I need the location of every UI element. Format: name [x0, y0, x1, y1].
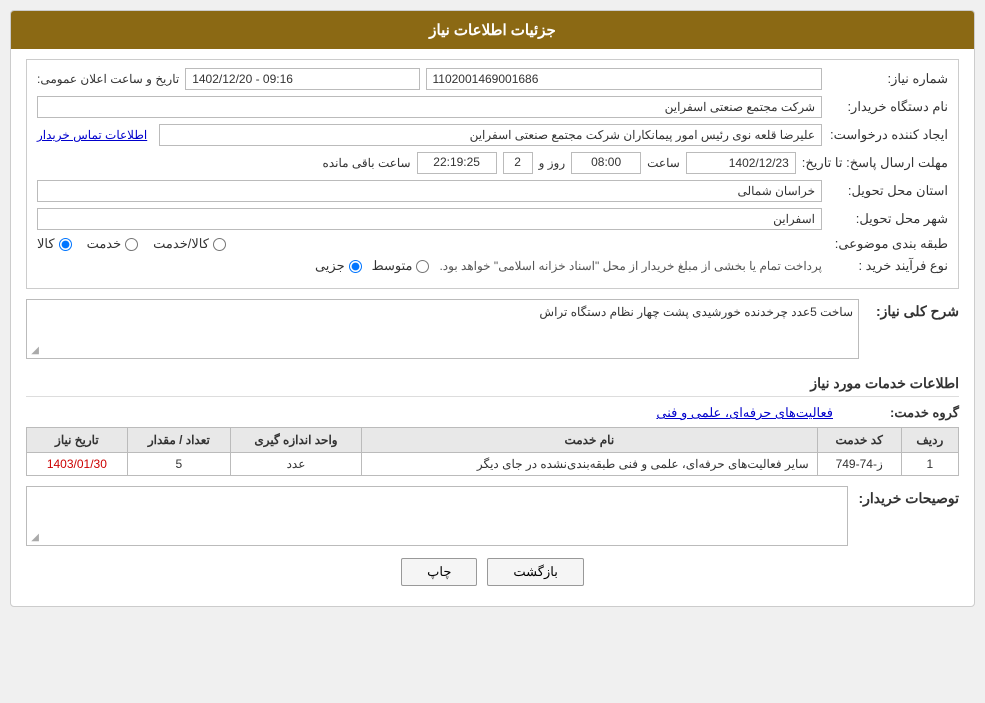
- col-row: ردیف: [901, 428, 958, 453]
- col-date: تاریخ نیاز: [27, 428, 128, 453]
- col-quantity: تعداد / مقدار: [127, 428, 230, 453]
- purchase-type-row: نوع فرآیند خرید : پرداخت تمام یا بخشی از…: [37, 258, 948, 274]
- resize-handle: ◢: [29, 346, 39, 356]
- purchase-type-label: نوع فرآیند خرید :: [828, 258, 948, 274]
- cell-quantity: 5: [127, 453, 230, 476]
- description-box: ساخت 5عدد چرخدنده خورشیدی پشت چهار نظام …: [26, 299, 859, 359]
- purchase-type-partial-input[interactable]: [349, 260, 362, 273]
- category-radio-kala-khedmat-label: کالا/خدمت: [153, 236, 209, 252]
- cell-row: 1: [901, 453, 958, 476]
- response-remaining: 22:19:25: [417, 152, 497, 174]
- category-radio-kala-khedmat: کالا/خدمت: [153, 236, 226, 252]
- category-row: طبقه بندی موضوعی: کالا/خدمت خدمت کالا: [37, 236, 948, 252]
- category-radio-khedmat: خدمت: [87, 236, 139, 252]
- services-table: ردیف کد خدمت نام خدمت واحد اندازه گیری ت…: [26, 427, 959, 476]
- announce-label: تاریخ و ساعت اعلان عمومی:: [37, 72, 179, 86]
- buyer-org-row: نام دستگاه خریدار: شرکت مجتمع صنعتی اسفر…: [37, 96, 948, 118]
- buyer-notes-resize: ◢: [29, 533, 39, 543]
- col-unit: واحد اندازه گیری: [230, 428, 361, 453]
- category-radio-group: کالا/خدمت خدمت کالا: [37, 236, 822, 252]
- response-time: 08:00: [571, 152, 641, 174]
- description-row: شرح کلی نیاز: ساخت 5عدد چرخدنده خورشیدی …: [26, 299, 959, 359]
- creator-row: ایجاد کننده درخواست: علیرضا قلعه نوی رئی…: [37, 124, 948, 146]
- service-group-row: گروه خدمت: فعالیت‌های حرفه‌ای، علمی و فن…: [26, 405, 959, 421]
- purchase-type-partial-label: جزیی: [315, 258, 345, 274]
- city-label: شهر محل تحویل:: [828, 211, 948, 227]
- table-header-row: ردیف کد خدمت نام خدمت واحد اندازه گیری ت…: [27, 428, 959, 453]
- buyer-notes-section: توصیحات خریدار: ◢: [26, 486, 959, 546]
- buyer-notes-label: توصیحات خریدار:: [858, 486, 959, 507]
- print-button[interactable]: چاپ: [401, 558, 477, 586]
- purchase-type-partial: جزیی: [315, 258, 362, 274]
- category-radio-khedmat-input[interactable]: [125, 238, 138, 251]
- response-remaining-label: ساعت باقی مانده: [323, 156, 411, 170]
- buyer-org-label: نام دستگاه خریدار:: [828, 99, 948, 115]
- page-header: جزئیات اطلاعات نیاز: [11, 11, 974, 49]
- response-days-label: روز و: [539, 156, 566, 170]
- need-number-row: شماره نیاز: 1102001469001686 1402/12/20 …: [37, 68, 948, 90]
- response-deadline-row: مهلت ارسال پاسخ: تا تاریخ: 1402/12/23 سا…: [37, 152, 948, 174]
- cell-code: ز-74-749: [817, 453, 901, 476]
- services-table-body: 1 ز-74-749 سایر فعالیت‌های حرفه‌ای، علمی…: [27, 453, 959, 476]
- purchase-type-medium-label: متوسط: [372, 258, 413, 274]
- services-title: اطلاعات خدمات مورد نیاز: [26, 369, 959, 397]
- main-container: جزئیات اطلاعات نیاز شماره نیاز: 11020014…: [10, 10, 975, 607]
- response-days: 2: [503, 152, 533, 174]
- services-section: اطلاعات خدمات مورد نیاز گروه خدمت: فعالی…: [26, 369, 959, 476]
- buyer-notes-box: ◢: [26, 486, 848, 546]
- buttons-row: بازگشت چاپ: [26, 558, 959, 586]
- description-label: شرح کلی نیاز:: [869, 299, 959, 320]
- category-radio-kala-label: کالا: [37, 236, 55, 252]
- category-radio-kala-input[interactable]: [59, 238, 72, 251]
- announce-value: 1402/12/20 - 09:16: [185, 68, 419, 90]
- purchase-notice: پرداخت تمام یا بخشی از مبلغ خریدار از مح…: [439, 259, 822, 273]
- col-name: نام خدمت: [361, 428, 817, 453]
- back-button[interactable]: بازگشت: [487, 558, 583, 586]
- need-number-label: شماره نیاز:: [828, 71, 948, 87]
- category-radio-khedmat-label: خدمت: [87, 236, 122, 252]
- city-value: اسفراین: [37, 208, 822, 230]
- category-radio-kala: کالا: [37, 236, 72, 252]
- buyer-org-value: شرکت مجتمع صنعتی اسفراین: [37, 96, 822, 118]
- service-group-value[interactable]: فعالیت‌های حرفه‌ای، علمی و فنی: [656, 405, 833, 421]
- table-row: 1 ز-74-749 سایر فعالیت‌های حرفه‌ای، علمی…: [27, 453, 959, 476]
- province-value: خراسان شمالی: [37, 180, 822, 202]
- purchase-type-radio-group: متوسط جزیی: [37, 258, 429, 274]
- form-section-main: شماره نیاز: 1102001469001686 1402/12/20 …: [26, 59, 959, 289]
- category-radio-kala-khedmat-input[interactable]: [213, 238, 226, 251]
- province-label: استان محل تحویل:: [828, 183, 948, 199]
- response-time-label: ساعت: [647, 156, 680, 170]
- city-row: شهر محل تحویل: اسفراین: [37, 208, 948, 230]
- creator-label: ایجاد کننده درخواست:: [828, 127, 948, 143]
- province-row: استان محل تحویل: خراسان شمالی: [37, 180, 948, 202]
- col-code: کد خدمت: [817, 428, 901, 453]
- page-title: جزئیات اطلاعات نیاز: [429, 22, 556, 39]
- cell-date: 1403/01/30: [27, 453, 128, 476]
- response-deadline-label: مهلت ارسال پاسخ: تا تاریخ:: [802, 155, 948, 171]
- cell-name: سایر فعالیت‌های حرفه‌ای، علمی و فنی طبقه…: [361, 453, 817, 476]
- content-area: شماره نیاز: 1102001469001686 1402/12/20 …: [11, 49, 974, 606]
- cell-unit: عدد: [230, 453, 361, 476]
- creator-link[interactable]: اطلاعات تماس خریدار: [37, 128, 147, 142]
- description-value: ساخت 5عدد چرخدنده خورشیدی پشت چهار نظام …: [539, 305, 853, 319]
- page-wrapper: جزئیات اطلاعات نیاز شماره نیاز: 11020014…: [0, 0, 985, 703]
- purchase-type-medium: متوسط: [372, 258, 430, 274]
- service-group-label: گروه خدمت:: [839, 405, 959, 421]
- purchase-type-medium-input[interactable]: [416, 260, 429, 273]
- creator-value: علیرضا قلعه نوی رئیس امور پیمانکاران شرک…: [159, 124, 822, 146]
- response-date: 1402/12/23: [686, 152, 796, 174]
- need-number-value: 1102001469001686: [426, 68, 823, 90]
- category-label: طبقه بندی موضوعی:: [828, 236, 948, 252]
